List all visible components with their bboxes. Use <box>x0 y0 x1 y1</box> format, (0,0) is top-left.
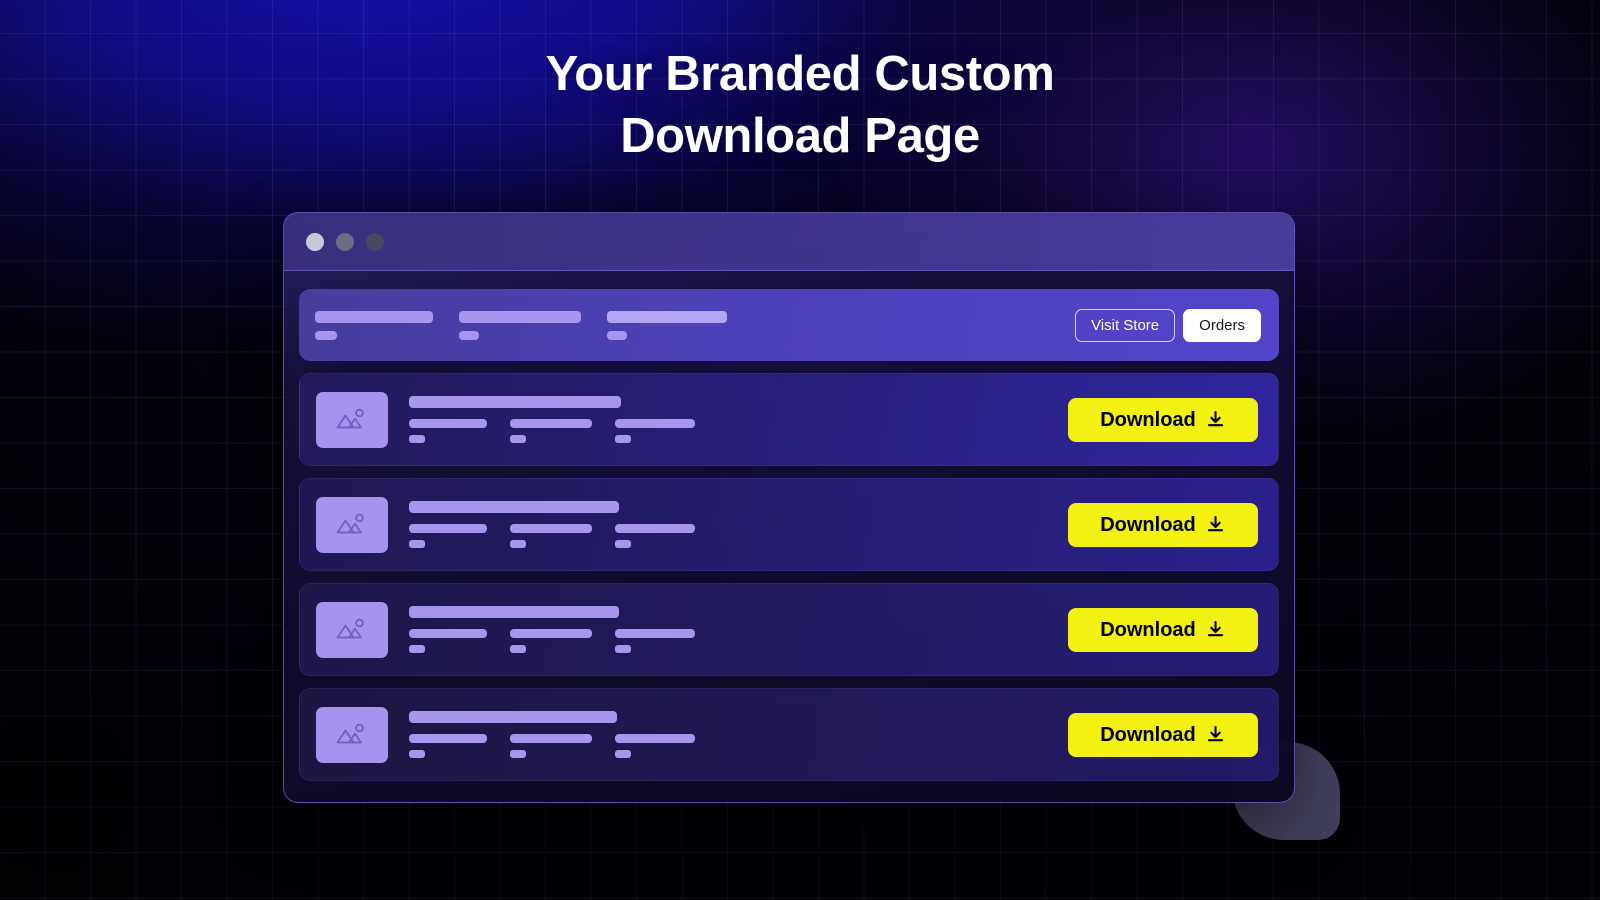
skeleton-sub-bar <box>607 330 627 340</box>
skeleton-meta-sub-bar <box>510 645 526 653</box>
skeleton-meta-sub-bar <box>510 540 526 548</box>
download-button-label: Download <box>1100 408 1196 431</box>
row-skeleton-info <box>404 396 1052 443</box>
image-placeholder-icon <box>316 496 388 553</box>
skeleton-meta-bar <box>615 419 695 428</box>
image-placeholder-icon <box>316 391 388 448</box>
orders-button[interactable]: Orders <box>1183 308 1261 342</box>
download-button[interactable]: Download <box>1068 502 1258 547</box>
skeleton-title-bar <box>607 310 727 323</box>
row-skeleton-info <box>404 711 1052 758</box>
row-meta-column <box>510 734 592 758</box>
row-meta-group <box>409 524 1052 548</box>
download-button[interactable]: Download <box>1068 607 1258 652</box>
skeleton-meta-bar <box>510 419 592 428</box>
row-meta-column <box>510 419 592 443</box>
row-meta-column <box>409 419 487 443</box>
store-header-skeleton-group <box>315 310 727 340</box>
visit-store-button[interactable]: Visit Store <box>1075 308 1176 342</box>
download-icon <box>1207 516 1223 532</box>
download-rows-list: Download Download Download Download <box>299 373 1279 781</box>
download-button-label: Download <box>1100 513 1196 536</box>
table-row[interactable]: Download <box>299 373 1279 466</box>
image-placeholder-icon <box>316 601 388 658</box>
skeleton-meta-sub-bar <box>409 645 425 653</box>
row-skeleton-info <box>404 606 1052 653</box>
skeleton-title-bar <box>409 711 617 723</box>
skeleton-meta-sub-bar <box>615 645 631 653</box>
skeleton-meta-bar <box>409 524 487 533</box>
store-header-skeleton-column <box>607 310 727 340</box>
skeleton-meta-sub-bar <box>615 435 631 443</box>
skeleton-meta-bar <box>409 629 487 638</box>
browser-titlebar <box>284 213 1294 271</box>
page-title-line-1: Your Branded Custom <box>545 47 1055 101</box>
store-header-skeleton-column <box>459 310 581 340</box>
row-meta-group <box>409 734 1052 758</box>
download-icon <box>1207 621 1223 637</box>
skeleton-meta-sub-bar <box>615 750 631 758</box>
row-meta-column <box>615 524 695 548</box>
skeleton-meta-bar <box>510 629 592 638</box>
skeleton-meta-bar <box>510 524 592 533</box>
maximize-dot-icon[interactable] <box>366 232 384 251</box>
skeleton-title-bar <box>409 606 619 618</box>
row-meta-column <box>615 419 695 443</box>
download-icon <box>1207 726 1223 742</box>
skeleton-title-bar <box>459 310 581 323</box>
row-meta-group <box>409 629 1052 653</box>
skeleton-sub-bar <box>459 330 479 340</box>
page-title: Your Branded Custom Download Page <box>0 44 1600 167</box>
skeleton-meta-bar <box>615 734 695 743</box>
skeleton-title-bar <box>409 396 621 408</box>
skeleton-meta-bar <box>615 629 695 638</box>
skeleton-meta-sub-bar <box>409 435 425 443</box>
download-button-label: Download <box>1100 723 1196 746</box>
store-header-actions: Visit Store Orders <box>1075 308 1261 342</box>
skeleton-meta-bar <box>409 419 487 428</box>
download-button[interactable]: Download <box>1068 397 1258 442</box>
row-meta-column <box>615 629 695 653</box>
skeleton-meta-bar <box>409 734 487 743</box>
browser-content: Visit Store Orders Download Download Dow… <box>284 271 1294 797</box>
store-header-skeleton-column <box>315 310 433 340</box>
skeleton-meta-bar <box>510 734 592 743</box>
skeleton-meta-sub-bar <box>615 540 631 548</box>
table-row[interactable]: Download <box>299 583 1279 676</box>
skeleton-sub-bar <box>315 330 337 340</box>
row-meta-column <box>409 524 487 548</box>
row-meta-column <box>510 524 592 548</box>
row-skeleton-info <box>404 501 1052 548</box>
download-icon <box>1207 411 1223 427</box>
skeleton-meta-sub-bar <box>510 750 526 758</box>
image-placeholder-icon <box>316 706 388 763</box>
skeleton-title-bar <box>315 310 433 323</box>
store-header-bar: Visit Store Orders <box>299 289 1279 361</box>
row-meta-group <box>409 419 1052 443</box>
download-button-label: Download <box>1100 618 1196 641</box>
row-meta-column <box>615 734 695 758</box>
skeleton-meta-sub-bar <box>409 540 425 548</box>
minimize-dot-icon[interactable] <box>336 232 354 251</box>
page-title-line-2: Download Page <box>620 108 980 163</box>
row-meta-column <box>409 734 487 758</box>
table-row[interactable]: Download <box>299 688 1279 781</box>
table-row[interactable]: Download <box>299 478 1279 571</box>
row-meta-column <box>409 629 487 653</box>
skeleton-meta-sub-bar <box>510 435 526 443</box>
skeleton-meta-sub-bar <box>409 750 425 758</box>
download-button[interactable]: Download <box>1068 712 1258 757</box>
skeleton-meta-bar <box>615 524 695 533</box>
browser-window-mockup: Visit Store Orders Download Download Dow… <box>283 212 1295 803</box>
skeleton-title-bar <box>409 501 619 513</box>
row-meta-column <box>510 629 592 653</box>
close-dot-icon[interactable] <box>306 232 324 251</box>
